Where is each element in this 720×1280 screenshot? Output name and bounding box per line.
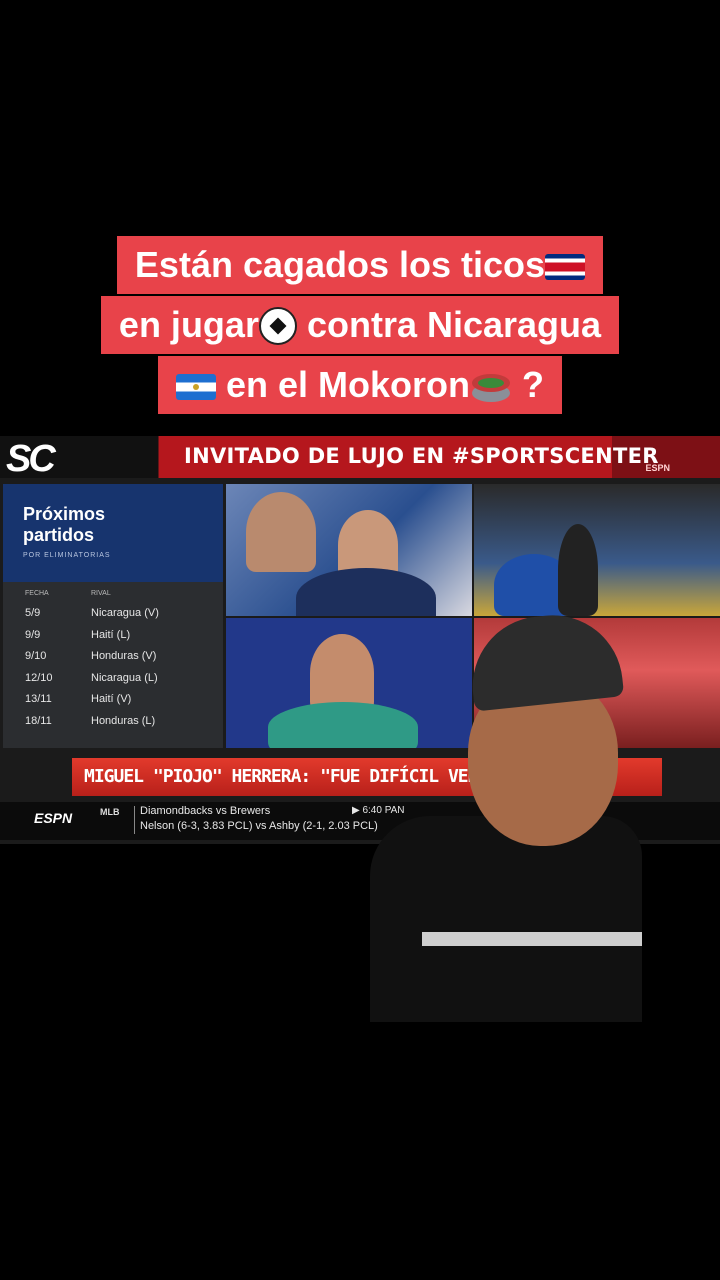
- caption-text-2a: en jugar: [118, 304, 259, 345]
- schedule-row: 9/9 Haití (L): [3, 625, 223, 647]
- schedule-row: 18/11 Honduras (L): [3, 711, 223, 733]
- caption-line-1: Están cagados los ticos: [116, 236, 604, 294]
- schedule-panel: Próximos partidos POR ELIMINATORIAS FECH…: [3, 484, 223, 748]
- espn-logo: ESPN: [34, 810, 73, 826]
- creator-selfie-overlay: [370, 612, 642, 1022]
- shirt-stripe: [422, 932, 642, 946]
- caption: Están cagados los ticos en jugar contra …: [0, 236, 720, 416]
- guest-head: [310, 634, 374, 712]
- row-rival: Honduras (V): [91, 650, 157, 663]
- top-banner: SC INVITADO DE LUJO EN #SPORTSCENTER ESP…: [0, 436, 720, 480]
- creator-shirt: [370, 816, 642, 1022]
- coach-figure: [558, 524, 598, 616]
- row-rival: Haití (V): [91, 693, 132, 706]
- schedule-row: 9/10 Honduras (V): [3, 646, 223, 668]
- creator-cap: [465, 612, 625, 712]
- schedule-row: 5/9 Nicaragua (V): [3, 603, 223, 625]
- row-rival: Nicaragua (V): [91, 607, 159, 619]
- schedule-subtitle: POR ELIMINATORIAS: [23, 552, 111, 559]
- video-panel-anchor: [226, 484, 472, 616]
- row-date: 13/11: [25, 693, 52, 706]
- row-date: 18/11: [25, 714, 52, 727]
- coach-head: [246, 492, 316, 572]
- row-date: 9/9: [25, 628, 41, 641]
- caption-text-2b: contra Nicaragua: [296, 304, 602, 345]
- row-rival: Honduras (L): [91, 714, 156, 727]
- ticker-matchup: Diamondbacks vs Brewers: [140, 805, 271, 817]
- caption-text-1: Están cagados los ticos: [134, 244, 546, 285]
- col-rival: RIVAL: [91, 590, 111, 597]
- row-date: 5/9: [25, 607, 41, 619]
- nicaragua-flag-icon: [175, 374, 216, 400]
- caption-line-2: en jugar contra Nicaragua: [100, 296, 620, 354]
- schedule-row: 13/11 Haití (V): [3, 689, 223, 711]
- soccer-ball-icon: [258, 307, 297, 345]
- anchor-suit: [296, 568, 436, 616]
- schedule-row: 12/10 Nicaragua (L): [3, 668, 223, 690]
- stadium-icon: [472, 374, 511, 402]
- caption-text-3-end: ?: [512, 364, 545, 405]
- row-date: 12/10: [25, 671, 53, 684]
- ticker-divider: [134, 806, 135, 834]
- schedule-header: Próximos partidos POR ELIMINATORIAS: [3, 484, 223, 582]
- ticker-league: MLB: [100, 807, 120, 817]
- schedule-title-2: partidos: [23, 525, 95, 545]
- schedule-columns: FECHA RIVAL: [3, 582, 223, 597]
- row-rival: Haití (L): [91, 628, 131, 641]
- row-date: 9/10: [25, 650, 47, 663]
- espn-tag: ESPN: [645, 463, 670, 473]
- video-panel-bench: [474, 484, 720, 616]
- costa-rica-flag-icon: [545, 254, 586, 280]
- ticker-pitchers: Nelson (6-3, 3.83 PCL) vs Ashby (2-1, 2.…: [140, 820, 378, 832]
- caption-text-3: en el Mokoron: [215, 364, 471, 405]
- col-date: FECHA: [25, 590, 49, 597]
- row-rival: Nicaragua (L): [91, 671, 158, 684]
- sportscenter-logo: SC: [6, 438, 56, 480]
- caption-line-3: en el Mokoron ?: [157, 356, 563, 414]
- banner-title: INVITADO DE LUJO EN #SPORTSCENTER: [184, 444, 659, 468]
- schedule-title-1: Próximos: [23, 504, 106, 524]
